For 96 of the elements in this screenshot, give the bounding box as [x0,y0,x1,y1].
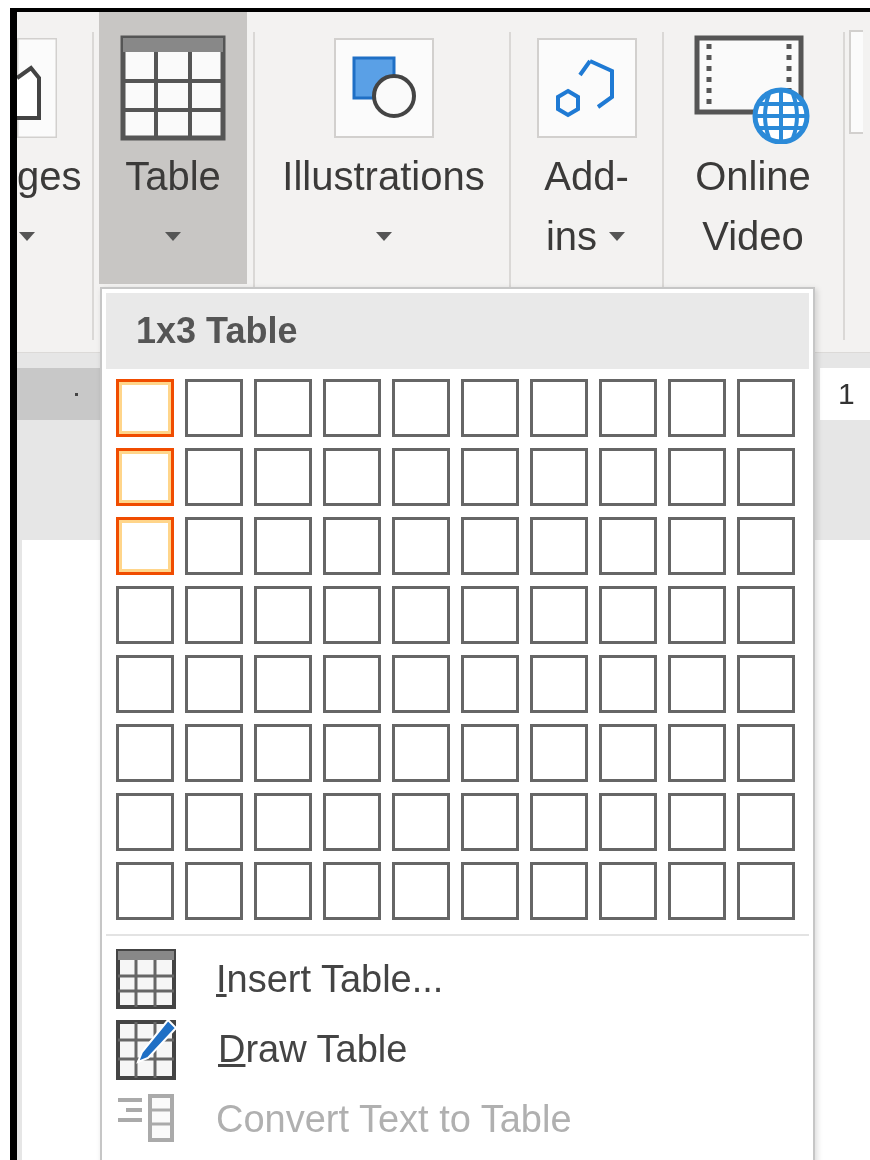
grid-cell[interactable] [185,379,243,437]
caret-icon [373,230,394,242]
menu-item[interactable]: Draw Table [106,1014,809,1084]
grid-cell[interactable] [599,793,657,851]
grid-cell[interactable] [530,448,588,506]
grid-cell[interactable] [461,448,519,506]
grid-cell[interactable] [116,724,174,782]
grid-cell[interactable] [599,586,657,644]
ribbon-button[interactable]: ges [17,12,87,352]
text-table-icon [116,1094,176,1144]
menu-item[interactable]: Insert Table... [106,944,809,1014]
grid-cell[interactable] [461,379,519,437]
grid-cell[interactable] [668,862,726,920]
grid-cell[interactable] [461,586,519,644]
grid-cell[interactable] [737,448,795,506]
grid-cell[interactable] [323,793,381,851]
shapes-icon [351,56,416,120]
grid-cell[interactable] [737,586,795,644]
grid-cell[interactable] [599,379,657,437]
grid-cell[interactable] [323,862,381,920]
grid-cell[interactable] [185,724,243,782]
grid-cell[interactable] [254,379,312,437]
grid-cell[interactable] [599,862,657,920]
grid-cell[interactable] [599,517,657,575]
grid-cell[interactable] [530,655,588,713]
grid-cell[interactable] [185,655,243,713]
grid-cell[interactable] [668,517,726,575]
grid-cell[interactable] [323,586,381,644]
grid-cell[interactable] [530,517,588,575]
grid-cell[interactable] [254,724,312,782]
grid-cell[interactable] [116,862,174,920]
grid-cell[interactable] [392,379,450,437]
grid-cell[interactable] [461,517,519,575]
grid-cell[interactable] [461,724,519,782]
menu-header: 1x3 Table [106,293,809,369]
ruler-tick [75,392,78,396]
grid-cell[interactable] [185,517,243,575]
grid-cell[interactable] [599,448,657,506]
grid-cell[interactable] [116,379,174,437]
grid-cell[interactable] [461,862,519,920]
grid-cell[interactable] [392,862,450,920]
grid-cell[interactable] [185,448,243,506]
grid-cell[interactable] [461,793,519,851]
grid-cell[interactable] [185,586,243,644]
ribbon-button[interactable]: Table [99,12,247,284]
grid-cell[interactable] [737,379,795,437]
grid-cell[interactable] [323,724,381,782]
grid-cell[interactable] [254,517,312,575]
grid-cell[interactable] [668,793,726,851]
grid-cell[interactable] [530,793,588,851]
grid-cell[interactable] [668,448,726,506]
grid-cell[interactable] [530,724,588,782]
grid-cell[interactable] [116,448,174,506]
grid-cell[interactable] [254,793,312,851]
grid-cell[interactable] [254,862,312,920]
grid-cell[interactable] [185,793,243,851]
grid-cell[interactable] [323,448,381,506]
table-icon [120,35,226,141]
grid-cell[interactable] [461,655,519,713]
grid-cell[interactable] [323,517,381,575]
grid-cell[interactable] [254,448,312,506]
grid-cell[interactable] [668,655,726,713]
grid-cell[interactable] [737,724,795,782]
table-pencil-icon [116,1018,178,1080]
grid-cell[interactable] [392,724,450,782]
grid-cell[interactable] [599,724,657,782]
caret-icon [163,230,183,242]
caret-icon [607,230,628,242]
grid-cell[interactable] [668,379,726,437]
caret-icon [17,230,37,242]
grid-cell[interactable] [530,862,588,920]
grid-cell[interactable] [668,724,726,782]
grid-cell[interactable] [323,379,381,437]
grid-cell[interactable] [737,517,795,575]
grid-cell[interactable] [737,862,795,920]
grid-cell[interactable] [254,655,312,713]
grid-cell[interactable] [530,586,588,644]
grid-cell[interactable] [530,379,588,437]
grid-cell[interactable] [599,655,657,713]
grid-cell[interactable] [185,862,243,920]
ruler-number: 1 [838,377,855,411]
grid-cell[interactable] [116,517,174,575]
grid-cell[interactable] [116,655,174,713]
grid-cell[interactable] [323,655,381,713]
grid-cell[interactable] [737,655,795,713]
grid-cell[interactable] [116,586,174,644]
grid-cell[interactable] [392,517,450,575]
grid-cell[interactable] [392,793,450,851]
grid-cell[interactable] [116,793,174,851]
grid-cell[interactable] [392,586,450,644]
grid-cell[interactable] [737,793,795,851]
grid-cell[interactable] [254,586,312,644]
grid-cell[interactable] [392,655,450,713]
grid-cell[interactable] [668,586,726,644]
grid-cell[interactable] [392,448,450,506]
table-icon [116,949,176,1009]
